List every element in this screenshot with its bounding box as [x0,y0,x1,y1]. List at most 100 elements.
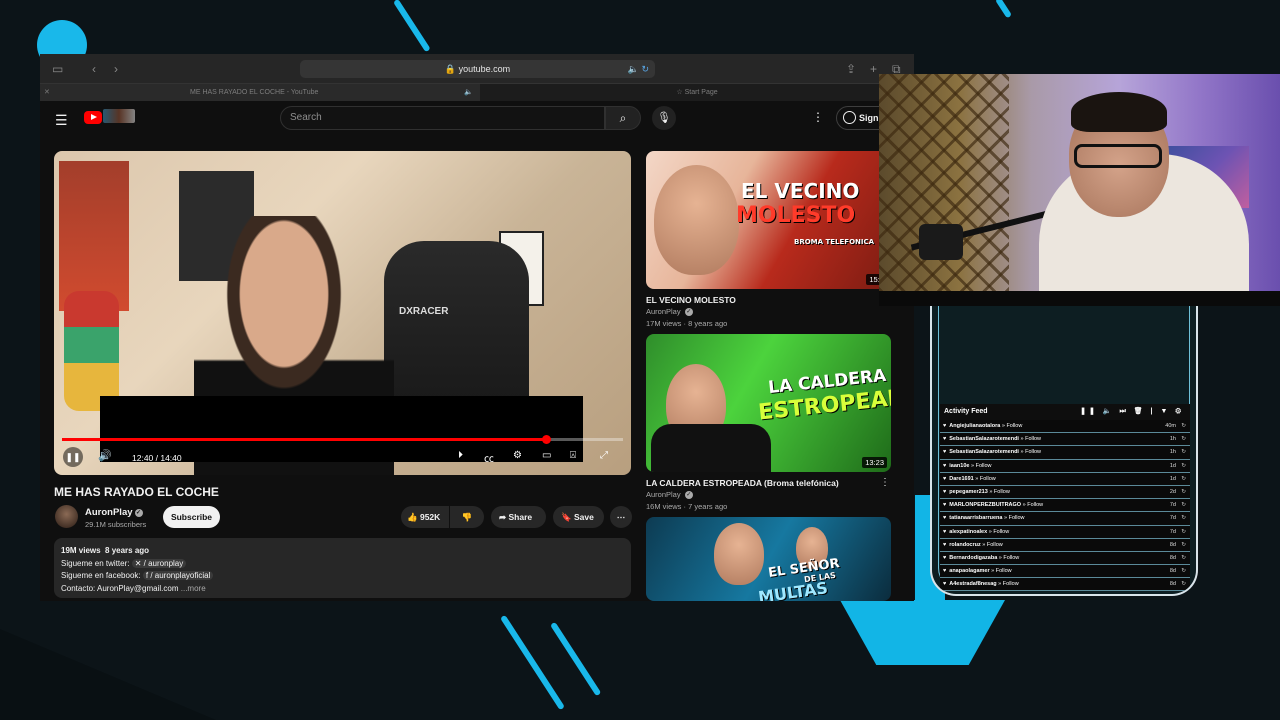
share-button[interactable]: ➦ Share [491,506,546,528]
audio-icon[interactable]: 🔈 ↻ [628,60,649,78]
settings-menu-icon[interactable]: ⋮ [812,110,824,124]
replay-icon[interactable]: ↻ [1181,420,1186,432]
activity-feed-row[interactable]: ♥ A4estradaf8nesag » Follow 8d ↻ [940,578,1190,592]
related-thumbnail[interactable]: EL VECINO MOLESTO BROMA TELEFONICA 15:5 [646,151,891,289]
feed-time: 40m [1165,423,1176,429]
replay-icon[interactable]: ↻ [1181,565,1186,577]
menu-icon[interactable]: ☰ [55,112,68,129]
feed-user: Bernardodigazaba [949,554,998,561]
like-button[interactable]: 👍 952K [401,506,449,528]
twitter-link[interactable]: ✕ / auronplay [131,558,187,568]
feed-controls[interactable]: ❚❚ 🔈 ⏭ 🗑 | ▼ ⚙ [1080,404,1184,420]
activity-feed-row[interactable]: ♥ iaan10e » Follow 1d ↻ [940,459,1190,473]
youtube-doodle[interactable] [103,109,135,123]
related-thumbnail[interactable]: EL SEÑOR DE LAS MULTAS [646,517,891,601]
progress-fill [62,438,546,441]
feed-action: Follow [995,568,1012,575]
search-button[interactable]: ⌕ [605,106,641,130]
volume-icon[interactable]: 🔊 [98,449,112,462]
feed-time: 1h [1169,436,1176,443]
close-tab-icon[interactable]: ✕ [44,84,50,101]
voice-search-button[interactable]: 🎙 [652,106,676,130]
description-text: Sigueme en facebook: [61,571,141,580]
replay-icon[interactable]: ↻ [1181,433,1186,445]
scrubber-handle[interactable] [541,435,551,444]
activity-feed-row[interactable]: ♥ anapaolagamer » Follow 8d ↻ [940,565,1190,579]
replay-icon[interactable]: ↻ [1181,499,1186,511]
account-icon [843,111,856,124]
search-input[interactable]: Search [280,106,605,130]
subscribe-button[interactable]: Subscribe [163,506,220,528]
more-link[interactable]: ...more [181,584,206,593]
autoplay-toggle-icon[interactable]: ⏵ [458,450,463,461]
captions-icon[interactable]: ㏄ [484,450,494,465]
channel-avatar[interactable] [55,505,78,528]
feed-action: Follow [1027,502,1044,509]
related-more-icon[interactable]: ⋮ [880,477,890,488]
feed-user: A4estradaf8nesag [949,581,997,588]
replay-icon[interactable]: ↻ [1181,460,1186,472]
activity-feed-row[interactable]: ♥ SebastianSalazarotemendi » Follow 1h ↻ [940,446,1190,460]
replay-icon[interactable]: ↻ [1181,473,1186,485]
verified-icon: ✓ [684,491,693,499]
replay-icon[interactable]: ↻ [1181,526,1186,538]
replay-icon[interactable]: ↻ [1181,446,1186,458]
save-button[interactable]: 🔖 Save [553,506,604,528]
replay-icon[interactable]: ↻ [1181,552,1186,564]
tab-start-page[interactable]: ☆ Start Page [480,84,914,101]
new-tab-icon[interactable]: + [870,62,877,76]
progress-bar[interactable] [62,435,623,444]
related-channel[interactable]: AuronPlay [646,307,681,316]
activity-feed-row[interactable]: ♥ SebastianSalazarotemendi » Follow 1h ↻ [940,433,1190,447]
heart-icon: ♥ [943,528,947,535]
more-actions-button[interactable]: ⋯ [610,506,632,528]
replay-icon[interactable]: ↻ [1181,486,1186,498]
search-icon: ⌕ [619,111,627,125]
share-icon[interactable]: ⇪ [846,62,856,76]
pause-button[interactable]: ❚❚ [63,447,83,467]
description-line: Contacto: AuronPlay@gmail.com ...more [61,583,624,596]
activity-feed-row[interactable]: ♥ pepegamer213 » Follow 2d ↻ [940,485,1190,500]
activity-feed-row[interactable]: ♥ MARLONPEREZBUITRAGO » Follow 7d ↻ [940,499,1190,513]
address-bar[interactable]: 🔒 youtube.com 🔈 ↻ [300,60,655,78]
activity-feed-row[interactable]: ♥ Angiejulianaotalora » Follow 40m ↻ [940,420,1190,434]
description-box[interactable]: 19M views 8 years ago Sigueme en twitter… [54,538,631,598]
replay-icon[interactable]: ↻ [1181,578,1186,590]
dislike-button[interactable]: 👎 [450,506,484,528]
fullscreen-icon[interactable]: ⤢ [600,450,608,461]
related-channel[interactable]: AuronPlay [646,490,681,499]
related-meta: AuronPlay ✓ 17M views · 8 years ago [646,306,727,330]
feed-action: Follow [979,475,996,482]
heart-icon: ♥ [943,449,947,456]
more-icon: ⋯ [616,512,626,522]
activity-feed-row[interactable]: ♥ Dare1691 » Follow 1d ↻ [940,472,1190,486]
bookmark-icon: 🔖 [561,512,572,522]
airplay-icon[interactable]: ⍓ [570,450,576,461]
activity-feed-list: ♥ Angiejulianaotalora » Follow 40m ↻ ♥ Sebast… [940,420,1190,592]
forward-icon[interactable]: › [114,62,118,76]
facebook-icon: f [145,571,149,580]
tab-youtube[interactable]: ✕ ME HAS RAYADO EL COCHE - YouTube 🔈 [40,84,480,101]
replay-icon[interactable]: ↻ [1181,512,1186,524]
activity-feed-row[interactable]: ♥ rolandocruz » Follow 8d ↻ [940,538,1190,552]
activity-feed-row[interactable]: ♥ Bernardodigazaba » Follow 8d ↻ [940,551,1190,566]
channel-name[interactable]: AuronPlay ✓ [85,507,143,518]
video-player[interactable]: DXRACER ❚❚ 🔊 12:40 / 14:40 ⏵ ㏄ ⚙ ▭ ⍓ ⤢ [54,151,631,475]
tab-audio-icon[interactable]: 🔈 [464,84,473,101]
related-title[interactable]: EL VECINO MOLESTO [646,295,736,305]
heart-icon: ♥ [943,423,947,429]
youtube-logo-icon[interactable] [84,111,102,124]
duration-badge: 13:23 [862,457,887,468]
feed-time: 2d [1169,488,1176,495]
activity-feed-row[interactable]: ♥ tatianaarrisbarruena » Follow 7d ↻ [940,512,1190,526]
back-icon[interactable]: ‹ [92,62,96,76]
related-thumbnail[interactable]: LA CALDERA ESTROPEADA 13:23 [646,334,891,472]
replay-icon[interactable]: ↻ [1181,539,1186,551]
heart-icon: ♥ [943,475,947,482]
related-title[interactable]: LA CALDERA ESTROPEADA (Broma telefónica) [646,478,839,488]
theater-mode-icon[interactable]: ▭ [542,450,551,461]
facebook-link[interactable]: f / auronplayoficial [142,571,214,580]
settings-gear-icon[interactable]: ⚙ [513,450,522,461]
activity-feed-row[interactable]: ♥ alexpatinoalex » Follow 7d ↻ [940,525,1190,539]
sidebar-toggle-icon[interactable]: ▭ [52,62,63,76]
